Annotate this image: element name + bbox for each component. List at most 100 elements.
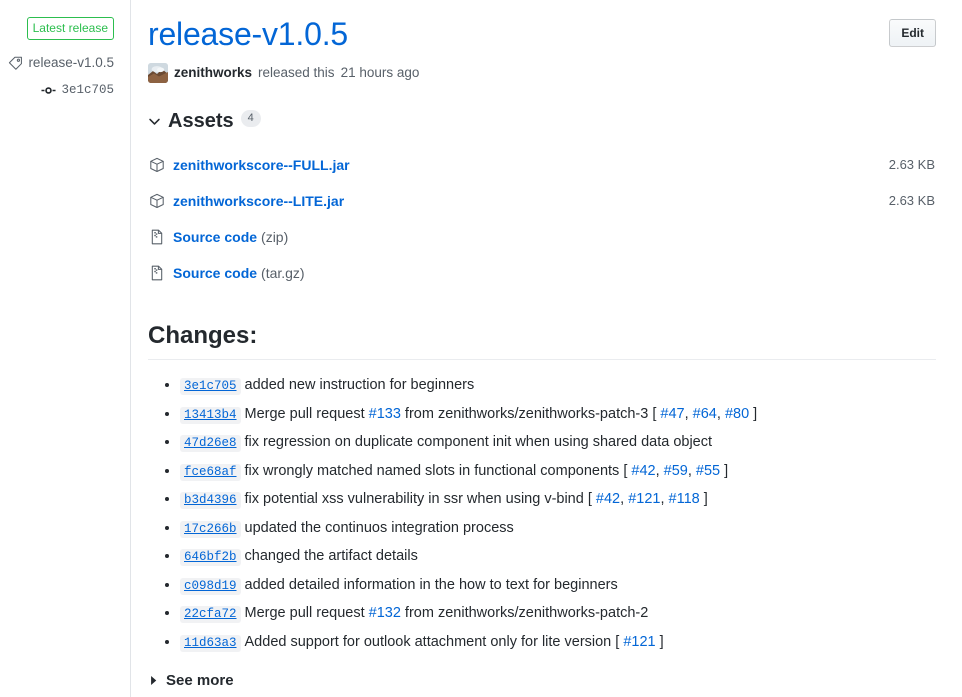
issue-link[interactable]: #80 bbox=[725, 406, 749, 422]
commit-message: added new instruction for beginners bbox=[245, 377, 475, 393]
commit-list: 3e1c705added new instruction for beginne… bbox=[147, 374, 936, 654]
ref-bracket-open: [ bbox=[584, 491, 596, 507]
asset-link[interactable]: zenithworkscore--FULL.jar bbox=[173, 155, 350, 175]
commit-sha-link[interactable]: 47d26e8 bbox=[180, 435, 241, 452]
asset-link[interactable]: Source code bbox=[173, 263, 257, 283]
issue-link[interactable]: #64 bbox=[693, 406, 717, 422]
assets-list: zenithworkscore--FULL.jar 2.63 KB zenith… bbox=[147, 147, 936, 291]
latest-release-badge: Latest release bbox=[27, 17, 114, 40]
issue-link[interactable]: #42 bbox=[596, 491, 620, 507]
list-item: fce68affix wrongly matched named slots i… bbox=[180, 460, 936, 483]
list-item[interactable]: Source code (zip) bbox=[147, 219, 936, 255]
ref-separator: , bbox=[685, 406, 693, 422]
tag-name: release-v1.0.5 bbox=[28, 54, 114, 72]
asset-size: 2.63 KB bbox=[889, 155, 936, 175]
commit-message: fix potential xss vulnerability in ssr w… bbox=[245, 491, 584, 507]
pull-request-link[interactable]: #133 bbox=[369, 406, 401, 422]
author-link[interactable]: zenithworks bbox=[174, 63, 252, 83]
edit-button[interactable]: Edit bbox=[889, 19, 936, 47]
list-item[interactable]: Source code (tar.gz) bbox=[147, 255, 936, 291]
ref-bracket-open: [ bbox=[619, 463, 631, 479]
commit-sha-link[interactable]: 17c266b bbox=[180, 521, 241, 538]
issue-link[interactable]: #59 bbox=[664, 463, 688, 479]
issue-link[interactable]: #121 bbox=[623, 634, 655, 650]
list-item: 11d63a3Added support for outlook attachm… bbox=[180, 631, 936, 654]
release-time: 21 hours ago bbox=[341, 63, 420, 83]
ref-separator: , bbox=[660, 491, 668, 507]
commit-sha-link[interactable]: 646bf2b bbox=[180, 549, 241, 566]
commit-message: Added support for outlook attachment onl… bbox=[245, 634, 612, 650]
list-item: 13413b4Merge pull request #133 from zeni… bbox=[180, 403, 936, 426]
commit-message: added detailed information in the how to… bbox=[245, 577, 618, 593]
asset-format: (tar.gz) bbox=[261, 263, 305, 283]
commit-message: changed the artifact details bbox=[245, 548, 418, 564]
asset-link[interactable]: Source code bbox=[173, 227, 257, 247]
issue-link[interactable]: #42 bbox=[631, 463, 655, 479]
commit-sha-link[interactable]: b3d4396 bbox=[180, 492, 241, 509]
commit-icon bbox=[41, 83, 56, 98]
list-item: 646bf2bchanged the artifact details bbox=[180, 545, 936, 568]
release-main: Edit release-v1.0.5 zenithworks released… bbox=[131, 0, 962, 697]
ref-bracket-close: ] bbox=[656, 634, 664, 650]
released-text: released this bbox=[258, 63, 335, 83]
commit-message: fix regression on duplicate component in… bbox=[245, 434, 713, 450]
issue-link[interactable]: #118 bbox=[669, 491, 700, 507]
release-title-link[interactable]: release-v1.0.5 bbox=[148, 16, 348, 52]
file-zip-icon bbox=[148, 265, 166, 281]
chevron-right-icon bbox=[148, 675, 159, 686]
list-item: b3d4396fix potential xss vulnerability i… bbox=[180, 488, 936, 511]
commit-row[interactable]: 3e1c705 bbox=[0, 81, 114, 99]
list-item: 47d26e8fix regression on duplicate compo… bbox=[180, 431, 936, 454]
commit-sha: 3e1c705 bbox=[61, 81, 114, 99]
commit-message: fix wrongly matched named slots in funct… bbox=[245, 463, 620, 479]
list-item: c098d19added detailed information in the… bbox=[180, 574, 936, 597]
commit-sha-link[interactable]: fce68af bbox=[180, 464, 241, 481]
list-item[interactable]: zenithworkscore--FULL.jar 2.63 KB bbox=[147, 147, 936, 183]
assets-title: Assets bbox=[168, 109, 234, 133]
ref-bracket-close: ] bbox=[700, 491, 708, 507]
page-title: release-v1.0.5 bbox=[147, 14, 936, 54]
commit-sha-link[interactable]: 3e1c705 bbox=[180, 378, 241, 395]
see-more-button[interactable]: See more bbox=[147, 672, 936, 689]
ref-bracket-open: [ bbox=[611, 634, 623, 650]
commit-sha-link[interactable]: 13413b4 bbox=[180, 407, 241, 424]
commit-sha-link[interactable]: 11d63a3 bbox=[180, 635, 241, 652]
list-item[interactable]: zenithworkscore--LITE.jar 2.63 KB bbox=[147, 183, 936, 219]
package-icon bbox=[148, 157, 166, 173]
commit-message: from zenithworks/zenithworks-patch-3 bbox=[401, 406, 648, 422]
tag-icon bbox=[8, 56, 23, 71]
ref-separator: , bbox=[620, 491, 628, 507]
list-item: 22cfa72Merge pull request #132 from zeni… bbox=[180, 602, 936, 625]
asset-size: 2.63 KB bbox=[889, 191, 936, 211]
ref-separator: , bbox=[717, 406, 725, 422]
release-sidebar: Latest release release-v1.0.5 3e1c705 bbox=[0, 0, 131, 697]
chevron-down-icon bbox=[148, 115, 161, 128]
list-item: 17c266bupdated the continuos integration… bbox=[180, 517, 936, 540]
avatar[interactable] bbox=[148, 63, 168, 83]
asset-link[interactable]: zenithworkscore--LITE.jar bbox=[173, 191, 344, 211]
commit-message: Merge pull request bbox=[245, 605, 369, 621]
file-zip-icon bbox=[148, 229, 166, 245]
ref-separator: , bbox=[656, 463, 664, 479]
ref-bracket-close: ] bbox=[720, 463, 728, 479]
ref-bracket-open: [ bbox=[648, 406, 660, 422]
package-icon bbox=[148, 193, 166, 209]
asset-format: (zip) bbox=[261, 227, 288, 247]
release-byline: zenithworks released this 21 hours ago bbox=[147, 63, 936, 83]
ref-bracket-close: ] bbox=[749, 406, 757, 422]
assets-count-badge: 4 bbox=[241, 110, 261, 127]
assets-header[interactable]: Assets 4 bbox=[147, 109, 936, 133]
avatar-image bbox=[148, 63, 168, 83]
tag-row[interactable]: release-v1.0.5 bbox=[0, 54, 114, 72]
commit-sha-link[interactable]: 22cfa72 bbox=[180, 606, 241, 623]
issue-link[interactable]: #121 bbox=[628, 491, 660, 507]
commit-sha-link[interactable]: c098d19 bbox=[180, 578, 241, 595]
pull-request-link[interactable]: #132 bbox=[369, 605, 401, 621]
changes-heading: Changes: bbox=[148, 321, 936, 360]
issue-link[interactable]: #47 bbox=[660, 406, 684, 422]
see-more-label: See more bbox=[166, 672, 234, 689]
list-item: 3e1c705added new instruction for beginne… bbox=[180, 374, 936, 397]
commit-message: from zenithworks/zenithworks-patch-2 bbox=[401, 605, 648, 621]
commit-message: updated the continuos integration proces… bbox=[245, 520, 514, 536]
issue-link[interactable]: #55 bbox=[696, 463, 720, 479]
